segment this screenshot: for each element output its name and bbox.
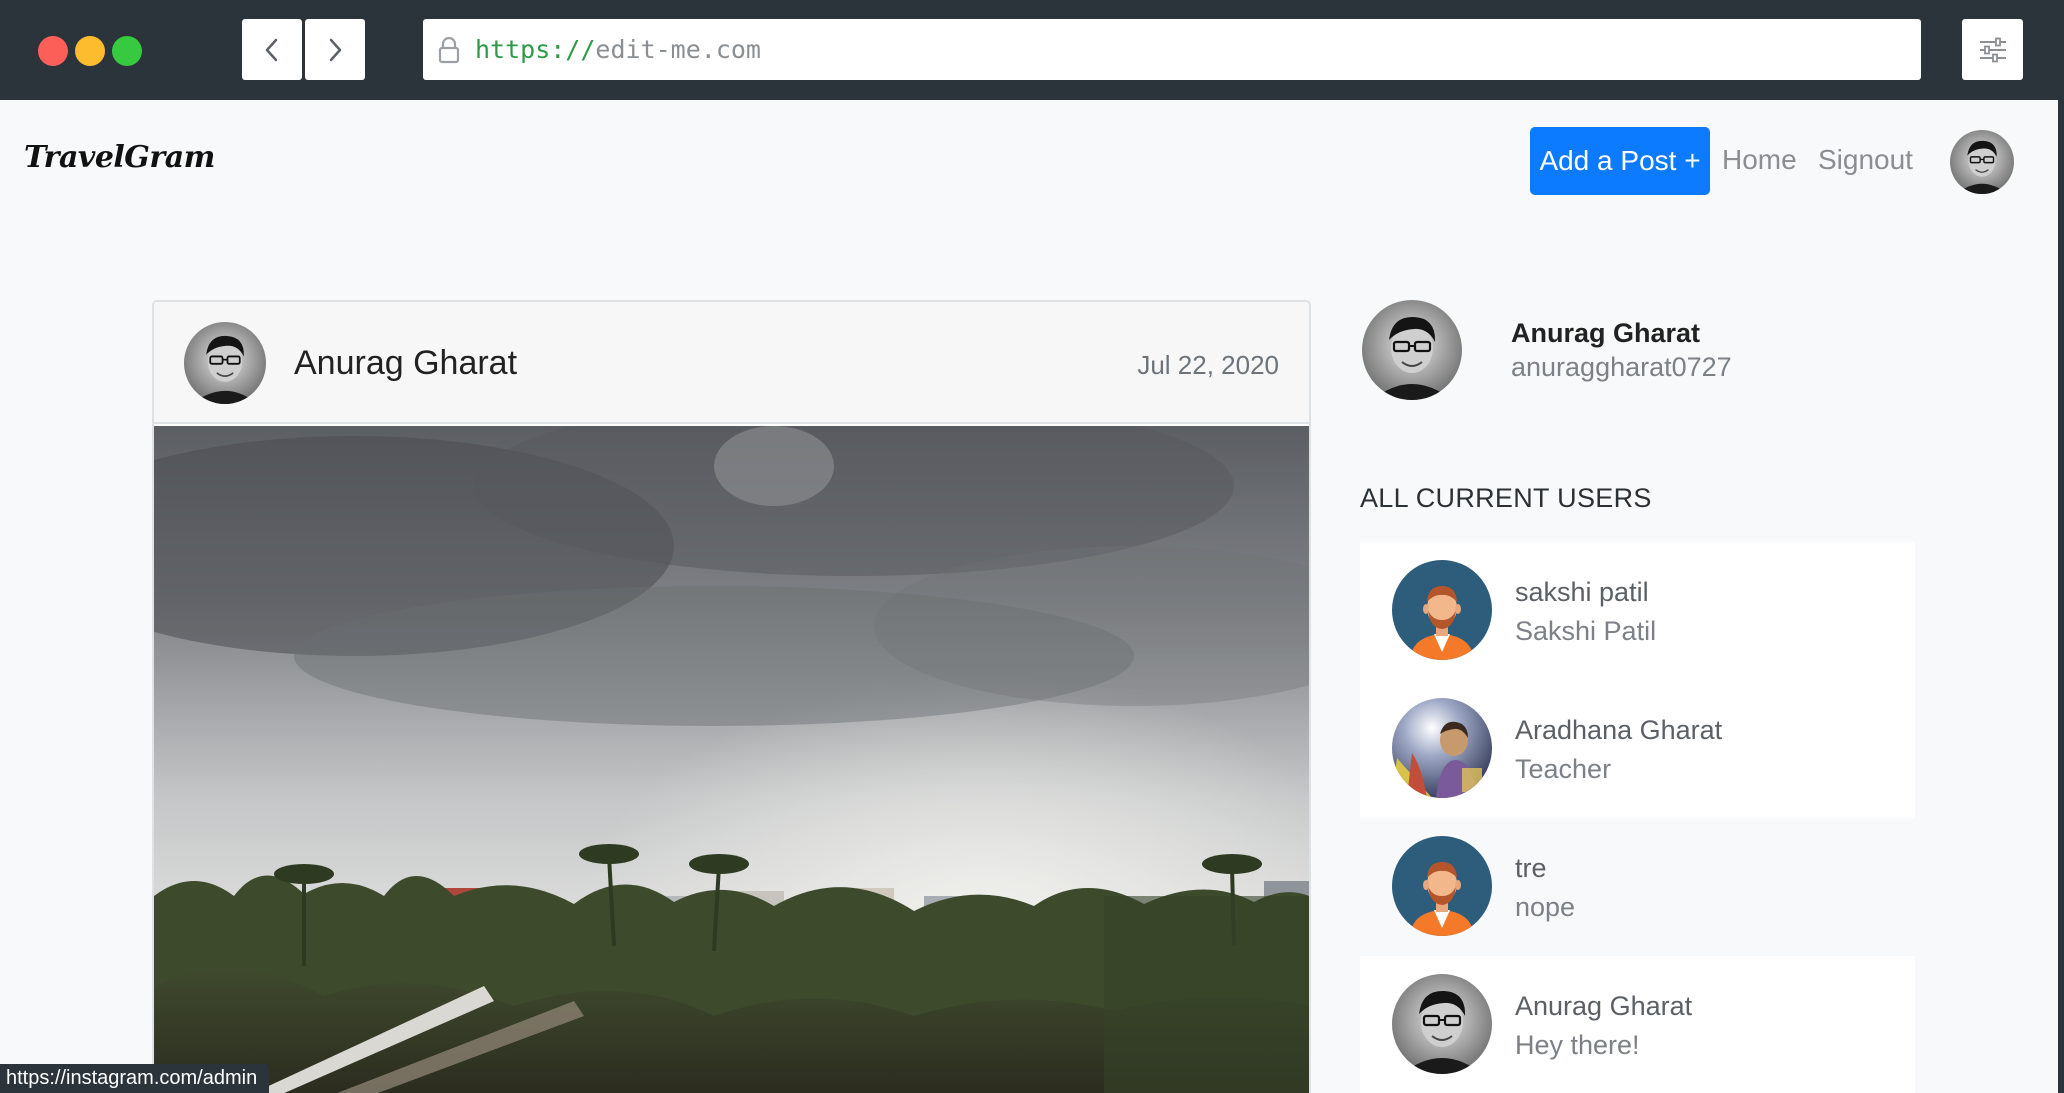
profile-username: anuraggharat0727 <box>1511 352 1732 382</box>
post-card: Anurag Gharat Jul 22, 2020 <box>152 300 1311 1093</box>
user-bio: nope <box>1515 892 1576 922</box>
post-author-name[interactable]: Anurag Gharat <box>294 344 517 383</box>
browser-chrome: https://edit-me.com <box>0 0 2064 100</box>
url-text: https://edit-me.com <box>475 35 761 64</box>
user-list-item[interactable]: Anurag Gharat Hey there! <box>1360 956 1915 1093</box>
photo-avatar <box>1392 698 1492 798</box>
user-list-item[interactable]: Aradhana Gharat Teacher <box>1360 680 1915 818</box>
sliders-icon <box>1979 37 2006 62</box>
users-heading: ALL CURRENT USERS <box>1360 483 1652 513</box>
maximize-window-dot[interactable] <box>112 36 142 66</box>
back-button[interactable] <box>242 19 302 80</box>
user-bio: Sakshi Patil <box>1515 616 1657 646</box>
chevron-right-icon <box>329 38 342 61</box>
user-name: Aradhana Gharat <box>1515 715 1723 745</box>
app-logo[interactable]: TravelGram <box>24 140 215 175</box>
url-host: edit-me.com <box>595 35 761 64</box>
lock-icon <box>438 36 460 63</box>
users-list: sakshi patil Sakshi Patil Aradhana Ghara… <box>1360 542 1915 1093</box>
user-name: tre <box>1515 853 1547 883</box>
window-edge <box>2058 100 2064 1093</box>
post-image <box>154 426 1309 1093</box>
post-date: Jul 22, 2020 <box>1137 350 1279 380</box>
address-bar[interactable]: https://edit-me.com <box>423 19 1921 80</box>
cartoon-avatar-icon <box>1392 560 1492 660</box>
user-bio: Hey there! <box>1515 1030 1640 1060</box>
settings-button[interactable] <box>1962 19 2023 80</box>
user-list-item[interactable]: sakshi patil Sakshi Patil <box>1360 542 1915 680</box>
add-post-button[interactable]: Add a Post + <box>1530 127 1710 195</box>
forward-button[interactable] <box>305 19 365 80</box>
user-avatar[interactable] <box>1950 130 2014 194</box>
minimize-window-dot[interactable] <box>75 36 105 66</box>
nav-home-link[interactable]: Home <box>1722 144 1797 176</box>
user-list-item[interactable]: tre nope <box>1360 818 1915 956</box>
status-bar-url: https://instagram.com/admin <box>0 1064 270 1093</box>
cartoon-avatar-icon <box>1392 836 1492 936</box>
user-name: sakshi patil <box>1515 577 1649 607</box>
post-header: Anurag Gharat Jul 22, 2020 <box>154 302 1309 424</box>
profile-name: Anurag Gharat <box>1511 318 1701 348</box>
profile-avatar[interactable] <box>1362 300 1462 400</box>
user-bio: Teacher <box>1515 754 1612 784</box>
close-window-dot[interactable] <box>38 36 68 66</box>
chevron-left-icon <box>265 38 278 61</box>
post-author-avatar[interactable] <box>184 322 266 404</box>
photo-avatar <box>1392 974 1492 1074</box>
url-protocol: https:// <box>475 35 596 64</box>
page: TravelGram Add a Post + Home Signout Anu… <box>0 100 2064 1093</box>
user-name: Anurag Gharat <box>1515 991 1693 1021</box>
nav-signout-link[interactable]: Signout <box>1818 144 1913 176</box>
